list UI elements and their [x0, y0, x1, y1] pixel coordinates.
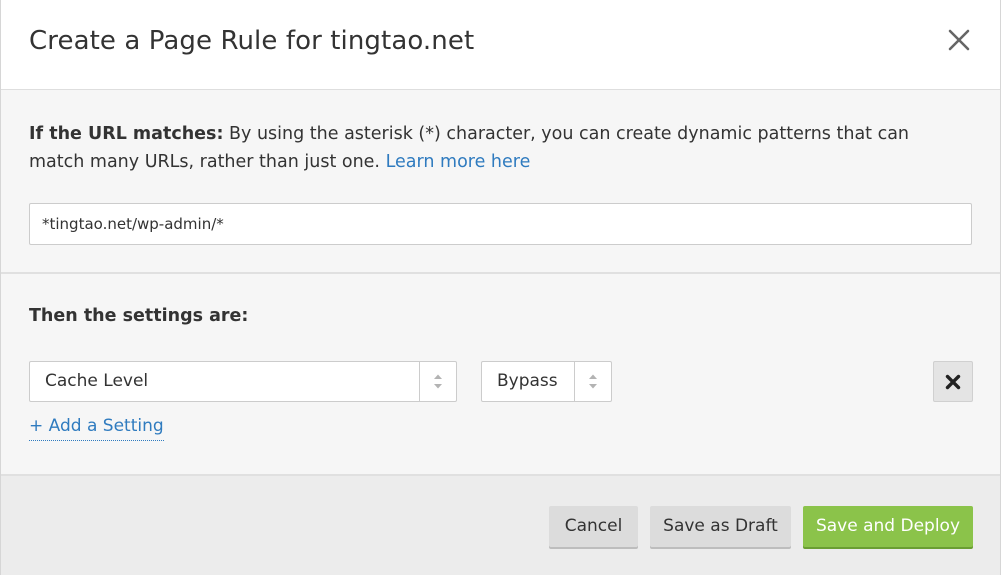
setting-select-value: Cache Level [45, 371, 149, 391]
url-match-section: If the URL matches: By using the asteris… [1, 90, 1000, 274]
select-arrows-icon [589, 374, 597, 389]
remove-setting-button[interactable] [933, 361, 973, 402]
settings-section: Then the settings are: Cache Level Bypas… [1, 274, 1000, 476]
close-button[interactable] [941, 22, 977, 58]
save-as-draft-button[interactable]: Save as Draft [650, 506, 791, 547]
cancel-button[interactable]: Cancel [549, 506, 638, 547]
setting-value-select-value: Bypass [497, 371, 558, 391]
add-setting-link[interactable]: + Add a Setting [29, 416, 164, 441]
learn-more-link[interactable]: Learn more here [386, 152, 531, 172]
remove-setting-icon [945, 374, 961, 390]
page-rule-dialog: Create a Page Rule for tingtao.net If th… [0, 0, 1001, 575]
setting-select[interactable]: Cache Level [29, 361, 457, 402]
dialog-title: Create a Page Rule for tingtao.net [29, 26, 475, 56]
url-match-label: If the URL matches: [29, 124, 224, 144]
setting-select-arrow [419, 362, 456, 401]
setting-value-select[interactable]: Bypass [481, 361, 612, 402]
settings-title: Then the settings are: [29, 306, 249, 326]
url-pattern-input[interactable] [29, 203, 972, 245]
url-match-description: If the URL matches: By using the asteris… [29, 120, 959, 176]
setting-value-select-arrow [574, 362, 611, 401]
dialog-footer: Cancel Save as Draft Save and Deploy [1, 476, 1000, 575]
select-arrows-icon [434, 374, 442, 389]
close-icon [948, 29, 970, 51]
save-and-deploy-button[interactable]: Save and Deploy [803, 506, 973, 547]
dialog-header: Create a Page Rule for tingtao.net [1, 0, 1000, 90]
